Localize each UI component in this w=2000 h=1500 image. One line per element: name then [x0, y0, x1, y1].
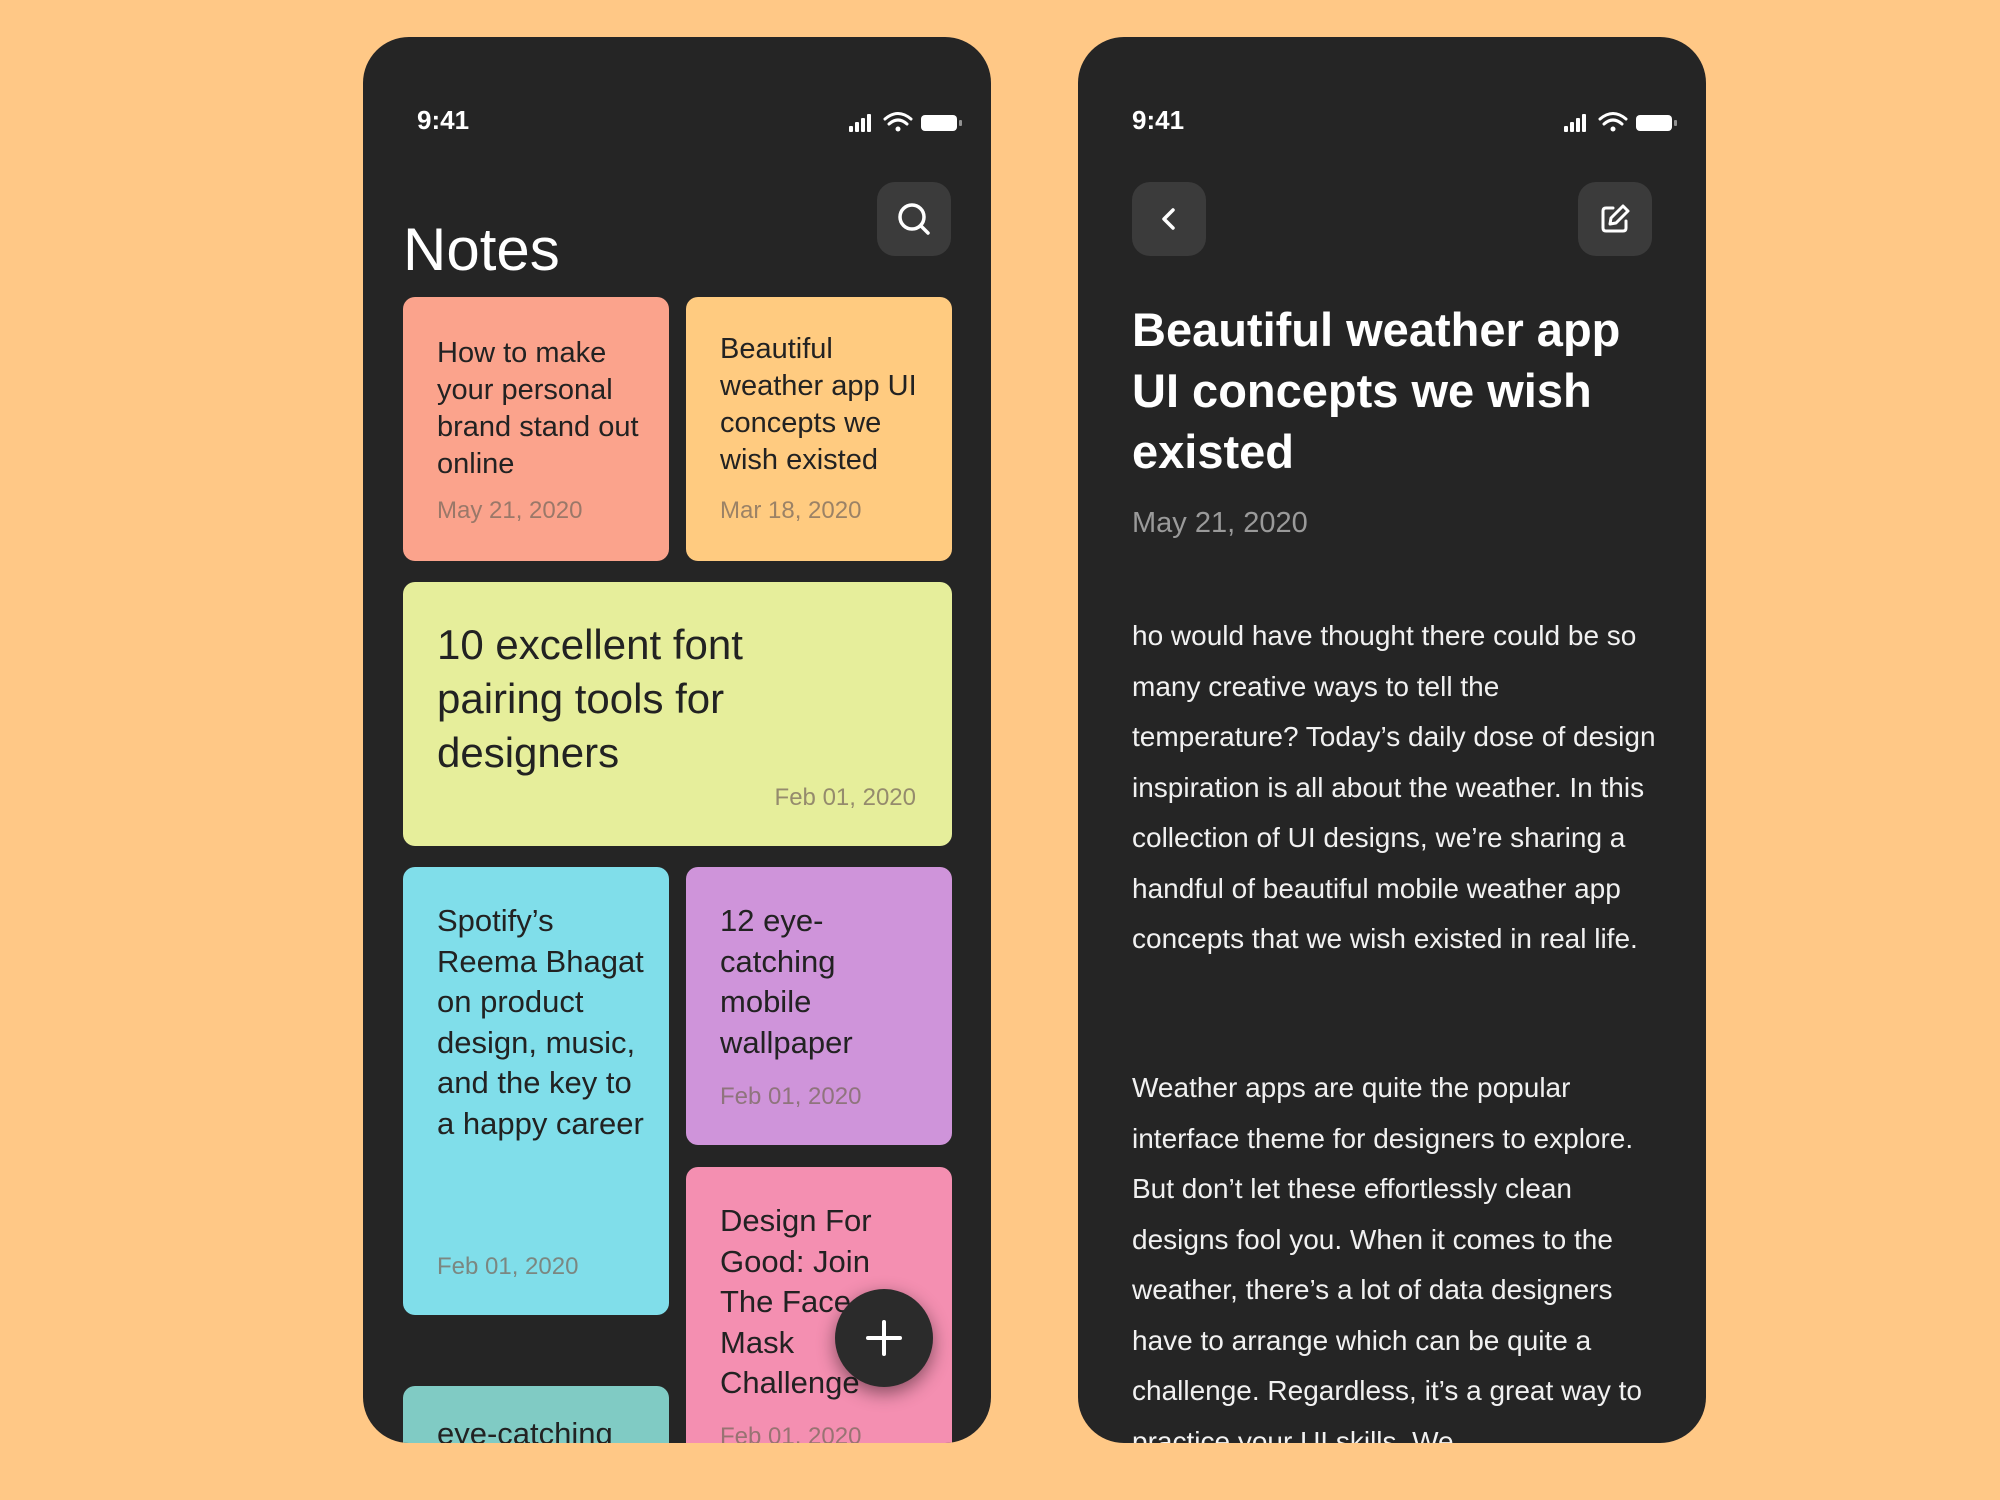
- note-card[interactable]: Spotify’s Reema Bhagat on product design…: [403, 867, 669, 1315]
- note-date: Feb 01, 2020: [720, 1423, 862, 1443]
- wifi-icon: [883, 112, 913, 132]
- page-title: Notes: [403, 216, 560, 283]
- note-date: May 21, 2020: [437, 497, 583, 524]
- back-button[interactable]: [1132, 182, 1206, 256]
- add-note-button[interactable]: [835, 1289, 933, 1387]
- signal-icon: [1564, 114, 1586, 132]
- note-card[interactable]: How to make your personal brand stand ou…: [403, 297, 669, 561]
- note-title: 10 excellent font pairing tools for desi…: [437, 621, 743, 776]
- plus-icon: [866, 1320, 902, 1356]
- note-card[interactable]: eye-catching mobile: [403, 1386, 669, 1443]
- note-title: How to make your personal brand stand ou…: [437, 337, 639, 480]
- notes-list-screen: 9:41 Notes How to make your personal bra…: [363, 37, 991, 1443]
- edit-button[interactable]: [1578, 182, 1652, 256]
- battery-icon: [921, 115, 962, 131]
- note-paragraph: Weather apps are quite the popular inter…: [1132, 1072, 1642, 1443]
- note-card[interactable]: 10 excellent font pairing tools for desi…: [403, 582, 952, 846]
- note-card[interactable]: Beautiful weather app UI concepts we wis…: [686, 297, 952, 561]
- note-title: Spotify’s Reema Bhagat on product design…: [437, 903, 644, 1141]
- note-date: Feb 01, 2020: [774, 784, 916, 811]
- status-time: 9:41: [1132, 105, 1185, 135]
- note-date: Feb 01, 2020: [720, 1083, 862, 1110]
- note-detail-date: May 21, 2020: [1132, 507, 1308, 539]
- edit-icon: [1601, 204, 1630, 233]
- battery-icon: [1636, 115, 1677, 131]
- search-icon: [898, 203, 930, 235]
- note-title: Beautiful weather app UI concepts we wis…: [720, 333, 917, 476]
- status-icons: [1564, 112, 1677, 132]
- status-time: 9:41: [417, 105, 470, 135]
- chevron-left-icon: [1162, 208, 1175, 230]
- note-title: 12 eye-catching mobile wallpaper: [720, 903, 853, 1060]
- note-paragraph: ho would have thought there could be so …: [1132, 620, 1656, 954]
- search-button[interactable]: [877, 182, 951, 256]
- note-detail-screen: 9:41 Beautiful weather app UI concepts w…: [1078, 37, 1706, 1443]
- note-detail-title: Beautiful weather app UI concepts we wis…: [1132, 303, 1621, 478]
- note-card[interactable]: 12 eye-catching mobile wallpaper Feb 01,…: [686, 867, 952, 1145]
- wifi-icon: [1598, 112, 1628, 132]
- note-date: Mar 18, 2020: [720, 497, 862, 524]
- note-date: Feb 01, 2020: [437, 1253, 579, 1280]
- signal-icon: [849, 114, 871, 132]
- note-title: eye-catching mobile: [437, 1416, 613, 1443]
- status-icons: [849, 112, 962, 132]
